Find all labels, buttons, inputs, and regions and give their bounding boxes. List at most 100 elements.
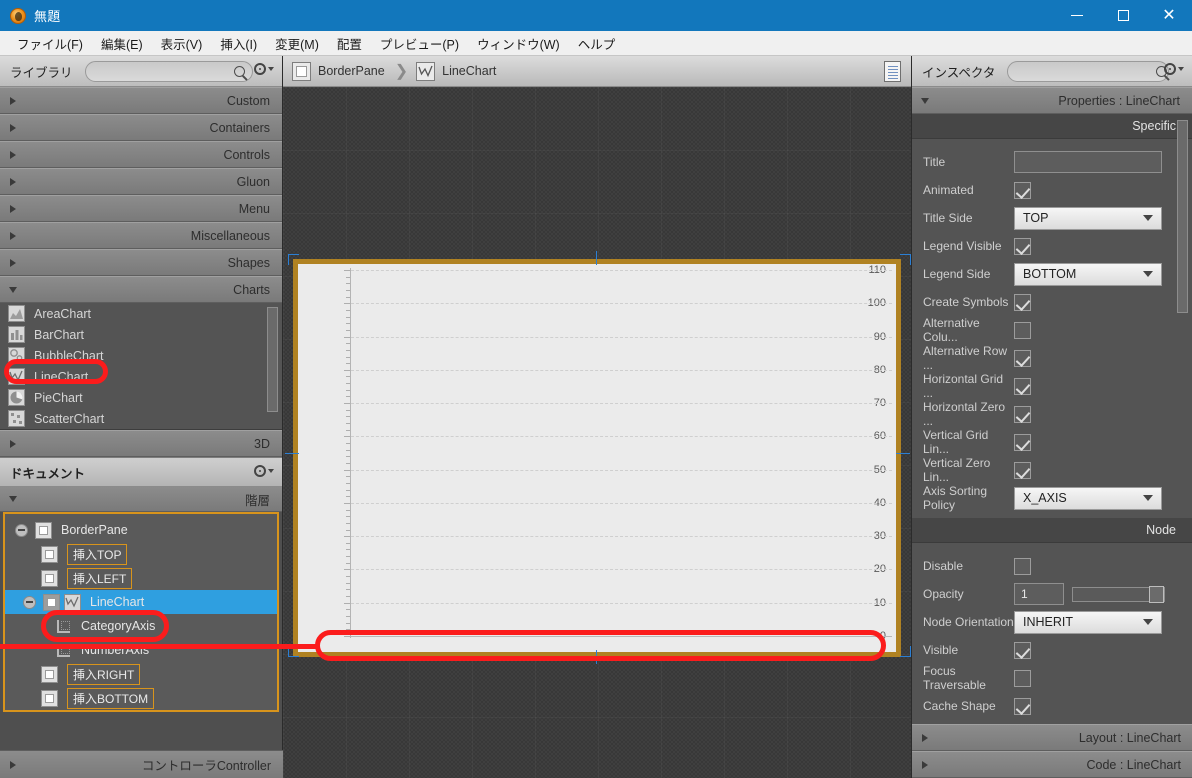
library-section-gluon[interactable]: Gluon [0,168,282,195]
library-scrollbar[interactable] [267,307,278,412]
opacity-input[interactable] [1014,583,1064,605]
y-axis-minor-tick [346,296,350,298]
focus-traversable-checkbox[interactable] [1014,669,1031,687]
property-title: Title [912,148,1192,176]
tree-item-insert-bottom[interactable]: 挿入BOTTOM [5,686,277,710]
property-label: Vertical Grid Lin... [923,428,989,456]
inspector-search-box[interactable] [1007,61,1169,82]
opacity-slider[interactable] [1072,585,1165,603]
legend-visible-checkbox[interactable] [1014,237,1031,255]
properties-section-label: Properties : LineChart [1058,93,1180,108]
tree-item-borderpane[interactable]: BorderPane [5,518,277,542]
tree-item-categoryaxis[interactable]: CategoryAxis [5,614,277,638]
breadcrumb-item-linechart[interactable]: LineChart [416,61,496,81]
hierarchy-label: 階層 [244,493,270,508]
library-item-bubblechart[interactable]: BubbleChart [0,345,282,366]
animated-checkbox[interactable] [1014,181,1031,199]
document-settings-button[interactable] [254,465,274,477]
breadcrumb-item-borderpane[interactable]: BorderPane [292,61,385,81]
horizontal-zero-checkbox[interactable] [1014,405,1031,423]
alternative-row-checkbox[interactable] [1014,349,1031,367]
vertical-zero-checkbox[interactable] [1014,461,1031,479]
axis-sorting-policy-combo[interactable]: X_AXIS [1014,486,1162,510]
document-panel-icon[interactable] [884,61,901,82]
selection-handle-bottom-right[interactable] [900,646,911,657]
selection-handle-top-right[interactable] [900,254,911,265]
y-axis-minor-tick [346,582,350,584]
library-item-barchart[interactable]: BarChart [0,324,282,345]
library-search-input[interactable] [96,65,231,78]
library-section-miscellaneous[interactable]: Miscellaneous [0,222,282,249]
selection-handle-left-center[interactable] [285,453,299,454]
selection-handle-top-center[interactable] [596,251,597,265]
library-item-scatterchart[interactable]: ScatterChart [0,408,282,429]
menu-modify[interactable]: 変更(M) [266,31,328,56]
library-section-3d[interactable]: 3D [0,430,282,457]
title-side-combo[interactable]: TOP [1014,206,1162,230]
hierarchy-tree: BorderPane 挿入TOP 挿入LEFT LineChart Catego… [3,512,279,712]
menu-file[interactable]: ファイル(F) [8,31,92,56]
library-item-piechart[interactable]: PieChart [0,387,282,408]
hierarchy-section-header[interactable]: 階層 [0,487,282,512]
selection-handle-right-center[interactable] [896,453,910,454]
library-section-menu[interactable]: Menu [0,195,282,222]
menu-help[interactable]: ヘルプ [569,31,625,56]
selection-handle-top-left[interactable] [288,254,299,265]
visible-checkbox[interactable] [1014,641,1031,659]
area-chart-icon [8,305,25,322]
tree-item-numberaxis[interactable]: NumberAxis [5,638,277,662]
menu-edit[interactable]: 編集(E) [92,31,152,56]
gear-icon [254,465,266,477]
property-label: Axis Sorting Policy [923,484,988,512]
horizontal-grid-checkbox[interactable] [1014,377,1031,395]
inspector-scrollbar[interactable] [1177,120,1188,313]
tree-item-insert-right[interactable]: 挿入RIGHT [5,662,277,686]
cache-shape-checkbox[interactable] [1014,697,1031,715]
controller-section-header[interactable]: コントローラController [0,750,283,778]
library-item-linechart[interactable]: LineChart [0,366,282,387]
alternative-column-checkbox[interactable] [1014,321,1031,339]
library-search-box[interactable] [85,61,253,82]
inspector-settings-button[interactable] [1164,63,1184,75]
library-section-containers[interactable]: Containers [0,114,282,141]
linechart-preview[interactable]: 0102030405060708090100110 [293,259,901,657]
library-header: ライブラリ [0,56,282,87]
library-section-controls[interactable]: Controls [0,141,282,168]
menu-arrange[interactable]: 配置 [328,31,371,56]
property-label: Node Orientation [923,615,1014,629]
y-axis-minor-tick [346,429,350,431]
grid-line [351,369,892,371]
title-input[interactable] [1014,151,1162,173]
legend-side-combo[interactable]: BOTTOM [1014,262,1162,286]
vertical-grid-checkbox[interactable] [1014,433,1031,451]
property-label: Animated [923,183,974,197]
minimize-button[interactable] [1054,0,1100,31]
property-label: Disable [923,559,964,573]
collapse-icon[interactable] [15,523,28,537]
close-button[interactable]: ✕ [1146,0,1192,31]
design-canvas[interactable]: 0102030405060708090100110 [0,87,911,778]
inspector-section-layout[interactable]: Layout : LineChart [912,724,1192,751]
library-item-areachart[interactable]: AreaChart [0,303,282,324]
selection-handle-bottom-center[interactable] [596,650,597,664]
disable-checkbox[interactable] [1014,557,1031,575]
create-symbols-checkbox[interactable] [1014,293,1031,311]
inspector-search-input[interactable] [1018,65,1153,78]
menu-insert[interactable]: 挿入(I) [211,31,266,56]
collapse-icon[interactable] [23,595,36,609]
maximize-button[interactable] [1100,0,1146,31]
library-section-custom[interactable]: Custom [0,87,282,114]
inspector-section-code[interactable]: Code : LineChart [912,751,1192,778]
selection-handle-bottom-left[interactable] [288,646,299,657]
tree-item-linechart[interactable]: LineChart [5,590,277,614]
node-orientation-combo[interactable]: INHERIT [1014,610,1162,634]
menu-view[interactable]: 表示(V) [152,31,212,56]
menu-preview[interactable]: プレビュー(P) [371,31,468,56]
library-section-shapes[interactable]: Shapes [0,249,282,276]
library-section-charts[interactable]: Charts [0,276,282,303]
library-settings-button[interactable] [254,63,274,75]
menu-window[interactable]: ウィンドウ(W) [468,31,569,56]
tree-item-insert-left[interactable]: 挿入LEFT [5,566,277,590]
inspector-section-properties[interactable]: Properties : LineChart [912,87,1192,114]
tree-item-insert-top[interactable]: 挿入TOP [5,542,277,566]
